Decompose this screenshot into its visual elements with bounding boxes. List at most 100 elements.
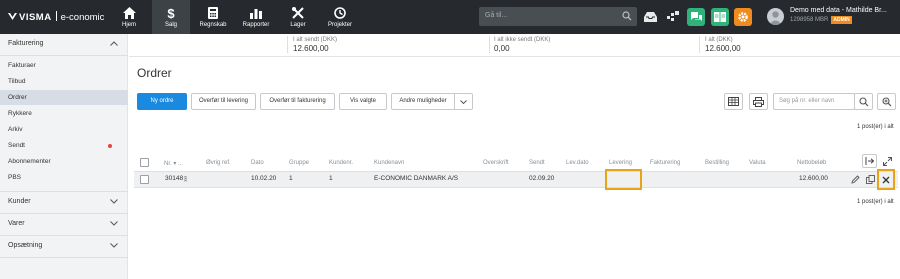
section-label: Varer — [8, 220, 25, 227]
show-selected-button[interactable]: Vis valgte — [339, 93, 387, 110]
column-header-overskrift[interactable]: Overskrift — [483, 160, 509, 166]
column-header-kundenavn[interactable]: Kundenavn — [374, 160, 404, 166]
sidebar-item-rykkere[interactable]: Rykkere — [0, 106, 128, 121]
search-button[interactable] — [854, 93, 873, 110]
bar-chart-icon — [249, 6, 263, 20]
more-options-button[interactable]: Andre muligheder — [391, 93, 455, 110]
expand-icon[interactable] — [883, 157, 892, 168]
column-header-gruppe[interactable]: Gruppe — [289, 160, 309, 166]
apps-icon[interactable] — [664, 8, 682, 26]
user-avatar[interactable] — [767, 8, 784, 25]
sidebar-section-kunder[interactable]: Kunder — [0, 193, 128, 211]
nav-label: Salg — [164, 22, 177, 28]
cell-kundenavn[interactable]: E-CONOMIC DANMARK A/S — [374, 175, 458, 182]
transfer-to-delivery-button[interactable]: Overfør til levering — [191, 93, 256, 110]
user-account: 1298958 MBR ADMIN — [790, 16, 852, 24]
admin-badge: ADMIN — [831, 16, 852, 24]
search-icon[interactable] — [622, 11, 632, 23]
column-header-nr[interactable]: Nr. ▾ ... — [164, 160, 183, 167]
summary-value: 12.600,00 — [293, 44, 329, 53]
column-header-dato[interactable]: Dato — [251, 160, 264, 166]
calculator-icon — [206, 6, 220, 20]
dollar-icon: $ — [167, 5, 175, 21]
copy-icon[interactable] — [866, 175, 875, 186]
user-name[interactable]: Demo med data - Mathilde Br... — [790, 7, 887, 14]
summary-label: I alt sendt (DKK) — [293, 37, 338, 43]
column-layout-button[interactable] — [724, 93, 743, 110]
select-all-checkbox[interactable] — [140, 158, 149, 167]
sidebar-section-varer[interactable]: Varer — [0, 215, 128, 233]
cell-dato: 10.02.20 — [251, 175, 277, 182]
attachment-icon[interactable] — [183, 175, 188, 185]
book-icon[interactable] — [711, 8, 729, 26]
sidebar: Fakturering Fakturaer Tilbud Ordrer Rykk… — [0, 34, 128, 279]
printer-icon — [753, 96, 764, 107]
nav-regnskab[interactable]: Regnskab — [196, 0, 230, 34]
sidebar-section-opsaetning[interactable]: Opsætning — [0, 237, 128, 255]
summary-value: 12.600,00 — [705, 44, 741, 53]
collapse-columns-button[interactable] — [862, 154, 877, 168]
order-search-input[interactable]: Søg på nr. eller navn — [773, 93, 855, 110]
new-order-button[interactable]: Ny ordre — [137, 93, 187, 110]
nav-label: Lager — [290, 22, 306, 28]
column-header-levdato[interactable]: Lev.dato — [566, 160, 589, 166]
column-header-valuta[interactable]: Valuta — [749, 160, 766, 166]
sidebar-item-pbs[interactable]: PBS — [0, 170, 128, 185]
column-header-levering[interactable]: Levering — [609, 160, 632, 166]
cell-nr[interactable]: 30148 — [165, 175, 183, 182]
logo-brand: VISMA — [19, 12, 52, 23]
settings-gear-icon[interactable] — [734, 8, 752, 26]
table-row[interactable] — [134, 171, 898, 188]
more-options-dropdown[interactable] — [454, 93, 473, 110]
sidebar-item-tilbud[interactable]: Tilbud — [0, 74, 128, 89]
print-button[interactable] — [749, 93, 768, 110]
nav-projekter[interactable]: Projekter — [324, 0, 356, 34]
sidebar-section-fakturering[interactable]: Fakturering — [0, 35, 128, 53]
zoom-in-icon — [881, 96, 891, 106]
column-header-nettobelob[interactable]: Nettobeløb — [797, 160, 826, 166]
transfer-to-invoicing-button[interactable]: Overfør til fakturering — [260, 93, 335, 110]
levering-cell-highlight[interactable] — [605, 169, 642, 190]
section-label: Kunder — [8, 198, 31, 205]
record-count-top: 1 post(er) i alt — [857, 124, 894, 130]
visma-logo-icon — [8, 13, 17, 20]
nav-label: Regnskab — [199, 22, 227, 28]
row-checkbox[interactable] — [140, 175, 149, 184]
column-header-kundenr[interactable]: Kundenr. — [329, 160, 353, 166]
summary-label: I alt ikke sendt (DKK) — [494, 37, 551, 43]
zoom-search-button[interactable] — [877, 93, 896, 110]
logo-product: e-conomic — [60, 12, 105, 23]
sidebar-item-fakturaer[interactable]: Fakturaer — [0, 58, 128, 73]
chevron-down-icon — [110, 221, 118, 226]
column-header-fakturering[interactable]: Fakturering — [650, 160, 680, 166]
tools-icon — [291, 6, 305, 20]
global-search[interactable]: Gå til... — [479, 7, 637, 26]
nav-salg[interactable]: $ Salg — [152, 0, 190, 34]
app-logo[interactable]: VISMA e-conomic — [8, 11, 104, 23]
nav-lager[interactable]: Lager — [284, 0, 312, 34]
sidebar-item-arkiv[interactable]: Arkiv — [0, 122, 128, 137]
sidebar-item-ordrer[interactable]: Ordrer — [0, 90, 128, 105]
main-content: I alt sendt (DKK) 12.600,00 I alt ikke s… — [129, 34, 900, 279]
edit-pencil-icon[interactable] — [851, 175, 860, 186]
sidebar-item-abonnementer[interactable]: Abonnementer — [0, 154, 128, 169]
nav-rapporter[interactable]: Rapporter — [238, 0, 274, 34]
summary-label: I alt (DKK) — [705, 37, 733, 43]
global-search-placeholder: Gå til... — [485, 12, 508, 19]
section-label: Fakturering — [8, 40, 44, 47]
chat-icon[interactable] — [687, 8, 705, 26]
record-count-bottom: 1 post(er) i alt — [857, 199, 894, 205]
nav-hjem[interactable]: Hjem — [114, 0, 144, 34]
column-header-sendt[interactable]: Sendt — [529, 160, 545, 166]
column-header-ref[interactable]: Øvrig ref. — [206, 160, 231, 166]
sidebar-item-label: Abonnementer — [8, 158, 51, 165]
page-title: Ordrer — [137, 66, 172, 80]
search-icon — [858, 96, 868, 106]
delete-button-highlight[interactable] — [877, 169, 895, 190]
cell-nettobelob: 12.600,00 — [799, 175, 828, 182]
nav-label: Projekter — [327, 22, 352, 28]
inbox-icon[interactable] — [641, 8, 659, 26]
column-header-bestilling[interactable]: Bestilling — [705, 160, 729, 166]
sidebar-item-sendt[interactable]: Sendt — [0, 138, 128, 153]
sidebar-item-label: Sendt — [8, 142, 25, 149]
